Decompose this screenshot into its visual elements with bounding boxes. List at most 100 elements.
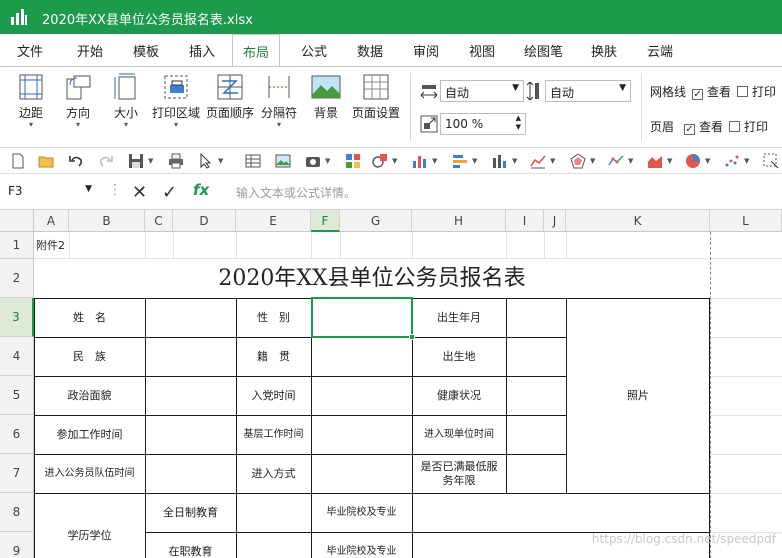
chevron-down-icon[interactable]: ▼ (550, 157, 555, 165)
separator-button[interactable]: 分隔符 ▾ (259, 73, 299, 129)
header-print-checkbox[interactable] (729, 121, 741, 132)
select-cursor-icon[interactable] (198, 153, 214, 169)
row-header-9[interactable]: 9 (0, 532, 34, 558)
screenshot-icon[interactable] (305, 153, 321, 169)
more-charts-icon[interactable] (763, 153, 779, 169)
tab-cloud[interactable]: 云端 (647, 41, 673, 60)
label-native-place[interactable]: 籍 贯 (236, 337, 311, 376)
width-select[interactable]: 自动 ▼ (440, 80, 524, 102)
label-school-major-2[interactable]: 毕业院校及专业 (311, 532, 412, 558)
undo-icon[interactable] (68, 153, 84, 169)
radar-chart-icon[interactable] (570, 153, 586, 169)
cell-a1[interactable]: 附件2 (36, 232, 116, 259)
column-header-h[interactable]: H (412, 210, 506, 232)
column-chart-icon[interactable] (492, 153, 508, 169)
component-icon[interactable] (345, 153, 361, 169)
tab-file[interactable]: 文件 (17, 41, 43, 60)
tab-data[interactable]: 数据 (357, 41, 383, 60)
chevron-down-icon[interactable]: ▼ (628, 157, 633, 165)
row-header-2[interactable]: 2 (0, 259, 34, 298)
tab-home[interactable]: 开始 (77, 41, 103, 60)
row-header-4[interactable]: 4 (0, 337, 34, 376)
header-view-checkbox[interactable]: ✓ (684, 124, 696, 135)
page-setup-button[interactable]: 页面设置 (350, 73, 402, 121)
label-birth-date[interactable]: 出生年月 (412, 298, 506, 337)
label-birthplace[interactable]: 出生地 (412, 337, 506, 376)
table-icon[interactable] (245, 153, 261, 169)
orientation-button[interactable]: 方向 ▾ (59, 73, 97, 129)
stock-chart-icon[interactable] (608, 153, 624, 169)
label-grassroots-work[interactable]: 基层工作时间 (236, 415, 311, 454)
chevron-down-icon[interactable]: ▼ (432, 157, 437, 165)
fill-handle[interactable] (409, 334, 415, 340)
row-header-3[interactable]: 3 (0, 298, 34, 337)
save-icon[interactable] (128, 153, 144, 169)
gridlines-view-checkbox[interactable]: ✓ (692, 89, 704, 100)
label-entry-method[interactable]: 进入方式 (236, 454, 311, 493)
new-file-icon[interactable] (10, 153, 26, 169)
scatter-chart-icon[interactable] (724, 153, 740, 169)
horizontal-bar-chart-icon[interactable] (452, 153, 468, 169)
label-political-status[interactable]: 政治面貌 (34, 376, 145, 415)
zoom-stepper[interactable]: 100 % ▲ ▼ (440, 113, 526, 135)
chevron-down-icon[interactable]: ▼ (705, 157, 710, 165)
insert-function-button[interactable]: fx (193, 181, 209, 199)
tab-skin[interactable]: 换肤 (591, 41, 617, 60)
height-select[interactable]: 自动 ▼ (545, 80, 631, 102)
column-header-k[interactable]: K (566, 210, 710, 232)
column-header-c[interactable]: C (145, 210, 173, 232)
tab-view[interactable]: 视图 (469, 41, 495, 60)
tab-formula[interactable]: 公式 (301, 41, 327, 60)
bar-chart-icon[interactable] (412, 153, 428, 169)
selected-cell-f3[interactable] (311, 297, 413, 338)
confirm-icon[interactable]: ✓ (162, 182, 177, 203)
chevron-down-icon[interactable]: ▼ (744, 157, 749, 165)
formula-input[interactable]: 输入文本或公式详情。 (236, 184, 356, 201)
chevron-down-icon[interactable]: ▼ (512, 157, 517, 165)
size-button[interactable]: 大小 ▾ (107, 73, 145, 129)
column-header-l[interactable]: L (710, 210, 782, 232)
row-header-5[interactable]: 5 (0, 376, 34, 415)
label-fulltime-edu[interactable]: 全日制教育 (145, 493, 236, 532)
chevron-down-icon[interactable]: ▼ (325, 157, 330, 165)
gridlines-print-checkbox[interactable] (737, 86, 749, 97)
label-inservice-edu[interactable]: 在职教育 (145, 532, 236, 558)
margins-button[interactable]: 边距 ▾ (12, 73, 50, 129)
row-header-6[interactable]: 6 (0, 415, 34, 454)
tab-pen[interactable]: 绘图笔 (524, 41, 563, 60)
column-header-f[interactable]: F (311, 210, 340, 232)
print-icon[interactable] (168, 153, 184, 169)
column-header-b[interactable]: B (69, 210, 145, 232)
redo-icon[interactable] (98, 153, 114, 169)
column-header-a[interactable]: A (34, 210, 69, 232)
label-education-degree[interactable]: 学历学位 (34, 493, 145, 558)
label-work-start[interactable]: 参加工作时间 (34, 415, 145, 454)
chevron-down-icon[interactable]: ▼ (590, 157, 595, 165)
shapes-icon[interactable] (372, 153, 388, 169)
pie-chart-icon[interactable] (685, 153, 701, 169)
column-header-g[interactable]: G (340, 210, 412, 232)
tab-template[interactable]: 模板 (133, 41, 159, 60)
chevron-down-icon[interactable]: ▼ (667, 157, 672, 165)
chevron-down-icon[interactable]: ▼ (392, 157, 397, 165)
page-order-button[interactable]: 页面顺序 (204, 73, 256, 121)
column-header-d[interactable]: D (173, 210, 236, 232)
label-name[interactable]: 姓 名 (34, 298, 145, 337)
row-header-8[interactable]: 8 (0, 493, 34, 532)
photo-cell[interactable]: 照片 (566, 298, 710, 493)
row-header-7[interactable]: 7 (0, 454, 34, 493)
row-header-1[interactable]: 1 (0, 232, 34, 259)
spreadsheet-grid[interactable]: A B C D E F G H I J K L 1 2 3 4 5 6 7 8 … (0, 210, 782, 558)
picture-icon[interactable] (275, 153, 291, 169)
open-folder-icon[interactable] (38, 153, 54, 169)
print-area-button[interactable]: 打印区域 ▾ (150, 73, 202, 129)
label-party-date[interactable]: 入党时间 (236, 376, 311, 415)
line-chart-icon[interactable] (530, 153, 546, 169)
chevron-down-icon[interactable]: ▼ (218, 157, 223, 165)
label-health[interactable]: 健康状况 (412, 376, 506, 415)
sheet-title[interactable]: 2020年XX县单位公务员报名表 (34, 259, 710, 298)
background-button[interactable]: 背景 (308, 73, 344, 121)
tab-insert[interactable]: 插入 (189, 41, 215, 60)
label-gender[interactable]: 性 别 (236, 298, 311, 337)
label-current-unit-time[interactable]: 进入现单位时间 (412, 415, 506, 454)
